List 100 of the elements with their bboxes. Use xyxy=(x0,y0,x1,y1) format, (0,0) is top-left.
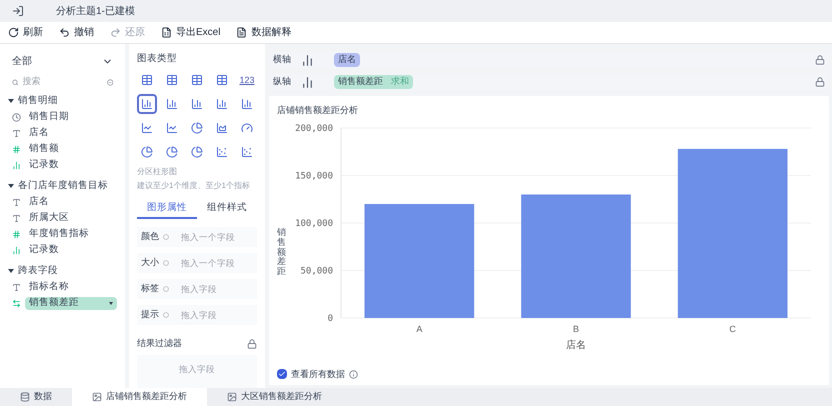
y-tick-label: 150,000 xyxy=(295,171,333,181)
drop-field[interactable]: 拖入字段 xyxy=(181,308,253,322)
checkbox-label: 查看所有数据 xyxy=(291,368,345,380)
toolbar-button[interactable]: 刷新 xyxy=(8,25,43,40)
toolbar-button[interactable]: 导出Excel xyxy=(161,25,220,40)
window-title: 分析主题1-已建模 xyxy=(56,4,135,18)
field-chip[interactable]: 店名 xyxy=(334,53,360,67)
text-type-icon xyxy=(12,214,21,222)
y-tick-label: 50,000 xyxy=(300,266,333,276)
property-label: 提示 xyxy=(141,308,159,322)
bar-chart-icon xyxy=(191,98,203,110)
scatter-chart-icon xyxy=(241,146,253,158)
field-item[interactable]: 年度销售指标 xyxy=(25,228,117,240)
chart-type-button[interactable]: 123 xyxy=(237,70,257,90)
field-item[interactable]: 指标名称 xyxy=(25,280,117,294)
text-type-icon xyxy=(12,282,21,292)
y-tick-label: 200,000 xyxy=(295,124,333,134)
pie-chart-icon xyxy=(191,122,203,134)
area-chart-icon xyxy=(216,122,228,134)
property-drop-field[interactable]: 颜色 拖入一个字段 xyxy=(137,227,257,248)
lock-icon[interactable] xyxy=(815,77,825,87)
property-tab[interactable]: 图形属性 xyxy=(137,199,197,220)
database-icon xyxy=(20,392,30,402)
drop-field[interactable]: 拖入一个字段 xyxy=(181,256,253,270)
expand-caret-icon[interactable] xyxy=(8,99,14,103)
dropdown-caret-icon[interactable] xyxy=(109,302,113,304)
search-input[interactable]: 搜索 xyxy=(22,75,102,89)
property-tab[interactable]: 组件样式 xyxy=(197,199,257,220)
chart-type-hint: 建议至少1个维度、至少1个指标 xyxy=(137,182,251,192)
field-item[interactable]: 记录数 xyxy=(25,244,117,256)
group-title[interactable]: 跨表字段 xyxy=(18,264,58,278)
property-drop-field[interactable]: 提示 拖入字段 xyxy=(137,305,257,326)
hash-icon xyxy=(12,230,21,238)
clock-icon xyxy=(12,112,21,122)
expand-caret-icon[interactable] xyxy=(8,269,14,273)
sheet-tab[interactable]: 店铺销售额差距分析 xyxy=(72,388,207,406)
hash-icon xyxy=(12,144,21,154)
x-tick-label: B xyxy=(573,324,579,334)
x-tick-label: A xyxy=(416,324,422,334)
toolbar-button[interactable]: 数据解释 xyxy=(236,25,292,40)
property-label: 颜色 xyxy=(141,230,159,244)
search-field[interactable]: 搜索 xyxy=(8,73,117,91)
chart-type-button[interactable] xyxy=(137,94,157,114)
axis-label: 横轴 xyxy=(273,53,292,66)
field-item[interactable]: 销售额差距 xyxy=(25,296,117,310)
lock-icon[interactable] xyxy=(247,338,257,349)
x-axis-label: 店名 xyxy=(566,340,586,350)
exit-icon[interactable] xyxy=(12,5,24,17)
text-type-icon xyxy=(12,198,21,206)
count-icon xyxy=(12,246,21,254)
group-title[interactable]: 销售明细 xyxy=(18,94,58,108)
sheet-tab[interactable]: 数据 xyxy=(0,388,72,406)
line-chart-icon xyxy=(141,122,153,134)
cross-field-icon xyxy=(12,298,21,308)
info-icon[interactable] xyxy=(349,370,358,379)
line-chart-icon xyxy=(166,122,178,134)
table-icon xyxy=(166,74,178,86)
property-drop-field[interactable]: 标签 拖入字段 xyxy=(137,279,257,300)
chart-title: 店铺销售额差距分析 xyxy=(277,104,359,117)
pie-chart-icon xyxy=(191,146,203,158)
drop-field[interactable]: 拖入字段 xyxy=(181,282,253,296)
bar-chart-icon xyxy=(216,98,228,110)
x-tick-label: C xyxy=(729,324,736,334)
filter-title: 结果过滤器 xyxy=(137,337,182,350)
axis-type-icon[interactable] xyxy=(301,76,314,88)
image-icon xyxy=(227,392,237,402)
field-item[interactable]: 记录数 xyxy=(25,158,117,172)
y-tick-label: 100,000 xyxy=(295,218,333,228)
scatter-chart-icon xyxy=(216,146,228,158)
field-chip[interactable]: 销售额差距 求和 xyxy=(334,75,413,89)
axis-type-icon[interactable] xyxy=(301,54,314,66)
sheet-tab[interactable]: 大区销售额差距分析 xyxy=(207,388,342,406)
collapse-icon[interactable] xyxy=(106,76,113,88)
lock-icon[interactable] xyxy=(815,55,825,65)
property-drop-field[interactable]: 大小 拖入一个字段 xyxy=(137,253,257,274)
section-title: 图表类型 xyxy=(137,52,178,66)
image-icon xyxy=(92,392,102,402)
count-icon xyxy=(12,160,21,170)
field-item[interactable]: 销售日期 xyxy=(25,110,117,124)
bar-chart-icon xyxy=(141,98,153,110)
bar-chart-icon xyxy=(241,98,253,110)
pie-chart-icon xyxy=(141,146,153,158)
toolbar-button[interactable]: 撤销 xyxy=(59,25,94,40)
table-icon xyxy=(191,74,203,86)
drop-field[interactable]: 拖入一个字段 xyxy=(181,230,253,244)
field-item[interactable]: 店名 xyxy=(25,126,117,140)
bar-chart-icon xyxy=(166,98,178,110)
field-item[interactable]: 店名 xyxy=(25,196,117,208)
axis-label: 纵轴 xyxy=(273,75,292,88)
group-title[interactable]: 各门店年度销售目标 xyxy=(18,178,108,194)
gauge-icon xyxy=(241,122,253,134)
field-item[interactable]: 所属大区 xyxy=(25,212,117,224)
table-icon xyxy=(216,74,228,86)
checkbox[interactable] xyxy=(277,369,287,380)
expand-caret-icon[interactable] xyxy=(8,184,14,188)
y-axis-label: 销售额差距 xyxy=(277,228,286,278)
scope-dropdown[interactable]: 全部 xyxy=(8,52,117,70)
y-tick-label: 0 xyxy=(328,314,333,324)
field-item[interactable]: 销售额 xyxy=(25,142,117,156)
property-label: 标签 xyxy=(141,282,159,296)
